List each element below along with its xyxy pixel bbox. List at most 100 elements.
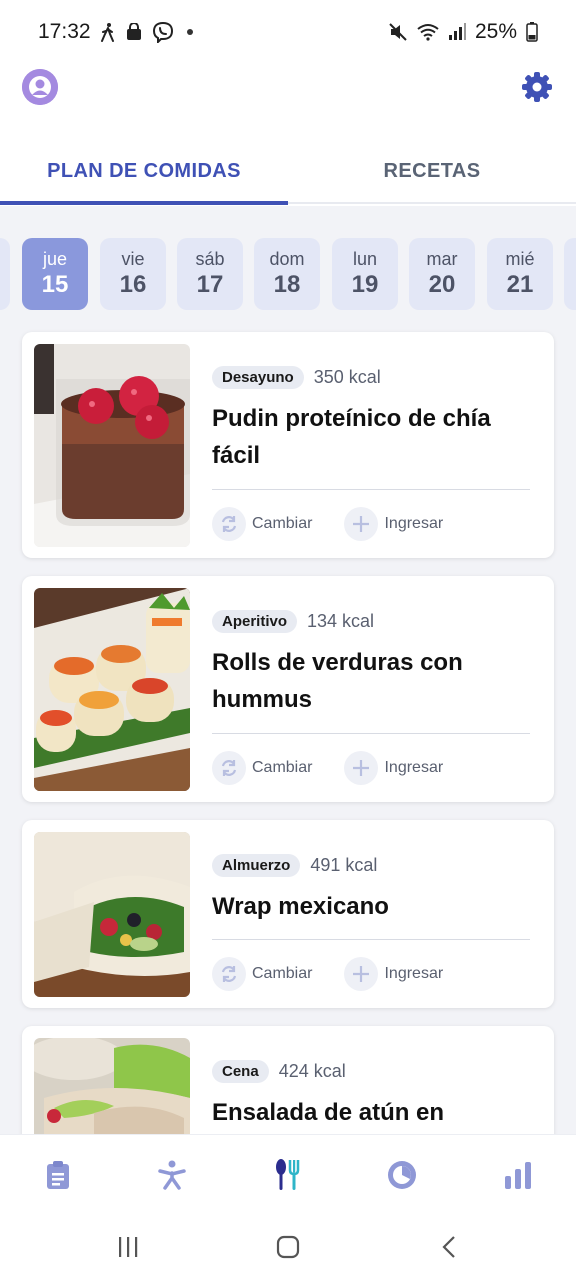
meal-title-line: hummus: [212, 686, 313, 713]
meal-title-line: Rolls de verduras con: [212, 649, 463, 676]
meal-title[interactable]: Wrap mexicano: [212, 888, 389, 925]
shopping-bag-icon: [125, 23, 143, 41]
swap-button[interactable]: Cambiar: [212, 751, 312, 785]
home-icon[interactable]: [268, 1232, 308, 1262]
day-number: 19: [351, 271, 379, 298]
day-number: 17: [196, 271, 224, 298]
meal-type-badge: Cena: [212, 1060, 269, 1083]
log-button[interactable]: Ingresar: [344, 507, 443, 541]
battery-text: 25%: [474, 20, 517, 43]
meal-title-line: fácil: [212, 442, 261, 469]
divider: [212, 489, 530, 490]
day-name: sáb: [195, 249, 225, 269]
back-icon[interactable]: [430, 1232, 470, 1262]
swap-label: Cambiar: [252, 759, 313, 776]
meal-card-snack[interactable]: Aperitivo 134 kcal Rolls de verduras con…: [22, 576, 554, 802]
meal-title-line: Wrap mexicano: [212, 893, 389, 920]
plus-icon: [344, 507, 379, 541]
signal-icon: [448, 23, 466, 41]
swap-icon: [212, 507, 246, 541]
tab-meal-plan[interactable]: PLAN DE COMIDAS: [0, 140, 288, 205]
tuna-salad-photo: [34, 1038, 190, 1134]
day-chip-next[interactable]: [564, 238, 576, 310]
meal-type-badge: Desayuno: [212, 366, 304, 389]
swap-icon: [212, 957, 246, 991]
meal-type-badge: Almuerzo: [212, 854, 301, 877]
day-chip[interactable]: jue 15: [22, 238, 88, 310]
meal-title-line: Ensalada de atún en: [212, 1099, 445, 1126]
fasting-clock-icon[interactable]: [382, 1157, 422, 1193]
meal-card-lunch[interactable]: Almuerzo 491 kcal Wrap mexicano Cambiar: [22, 820, 554, 1008]
chia-pudding-photo: [34, 344, 190, 547]
meal-title-line: Pudin proteínico de chía: [212, 405, 491, 432]
mute-icon: [388, 22, 408, 42]
system-nav: [0, 1214, 576, 1280]
day-number: 20: [428, 271, 456, 298]
recents-icon[interactable]: [108, 1232, 148, 1262]
swap-icon: [212, 751, 246, 785]
status-right: 25%: [388, 20, 538, 44]
mexican-wrap-photo: [34, 832, 190, 997]
day-number: 16: [119, 271, 147, 298]
status-left: 17:32: [38, 20, 193, 44]
meal-card-dinner[interactable]: Cena 424 kcal Ensalada de atún en: [22, 1026, 554, 1134]
log-label: Ingresar: [384, 965, 444, 982]
swap-button[interactable]: Cambiar: [212, 957, 312, 991]
log-label: Ingresar: [384, 759, 444, 776]
day-chip[interactable]: mié 21: [487, 238, 553, 310]
day-number: 15: [41, 271, 69, 298]
swap-label: Cambiar: [252, 515, 313, 532]
day-chip[interactable]: mar 20: [409, 238, 475, 310]
log-label: Ingresar: [384, 515, 444, 532]
day-chip[interactable]: lun 19: [332, 238, 398, 310]
viber-icon: [152, 21, 174, 43]
day-number: 21: [506, 271, 534, 298]
swap-label: Cambiar: [252, 965, 313, 982]
meal-actions: Cambiar Ingresar: [212, 750, 530, 786]
log-button[interactable]: Ingresar: [344, 957, 443, 991]
exercise-icon[interactable]: [152, 1157, 192, 1193]
meal-kcal: 424 kcal: [278, 1061, 346, 1081]
meal-meta: Almuerzo 491 kcal: [212, 854, 377, 877]
clipboard-icon[interactable]: [38, 1157, 78, 1193]
day-chip[interactable]: vie 16: [100, 238, 166, 310]
meal-kcal: 134 kcal: [307, 611, 375, 631]
divider: [212, 939, 530, 940]
day-chip[interactable]: sáb 17: [177, 238, 243, 310]
meal-meta: Aperitivo 134 kcal: [212, 610, 374, 633]
meal-type-badge: Aperitivo: [212, 610, 298, 633]
meal-title[interactable]: Rolls de verduras con hummus: [212, 644, 463, 718]
day-name: jue: [42, 249, 68, 269]
gear-icon[interactable]: [520, 70, 554, 104]
day-chip-previous[interactable]: [0, 238, 10, 310]
plus-icon: [344, 957, 379, 991]
status-bar: 17:32 25%: [0, 0, 576, 64]
veggie-rolls-photo: [34, 588, 190, 791]
day-number: 18: [273, 271, 301, 298]
battery-icon: [526, 22, 538, 42]
cutlery-icon[interactable]: [268, 1157, 308, 1193]
day-name: mié: [505, 249, 535, 269]
log-button[interactable]: Ingresar: [344, 751, 443, 785]
tab-recipes[interactable]: RECETAS: [288, 140, 576, 202]
meal-plan-content: jue 15 vie 16 sáb 17 dom 18 lun 19 mar 2…: [0, 206, 576, 1134]
swap-button[interactable]: Cambiar: [212, 507, 312, 541]
day-name: lun: [352, 249, 378, 269]
meal-title[interactable]: Pudin proteínico de chía fácil: [212, 400, 491, 474]
status-time: 17:32: [38, 20, 91, 43]
meal-kcal: 491 kcal: [310, 855, 378, 875]
day-chip[interactable]: dom 18: [254, 238, 320, 310]
plus-icon: [344, 751, 379, 785]
dot-icon: [186, 29, 193, 35]
user-avatar-icon[interactable]: [22, 69, 58, 105]
meal-title[interactable]: Ensalada de atún en: [212, 1094, 444, 1131]
day-name: mar: [426, 249, 458, 269]
meal-actions: Cambiar Ingresar: [212, 506, 530, 542]
meal-card-breakfast[interactable]: Desayuno 350 kcal Pudin proteínico de ch…: [22, 332, 554, 558]
bar-chart-icon[interactable]: [498, 1157, 538, 1193]
day-name: vie: [121, 249, 145, 269]
tab-bar: PLAN DE COMIDAS RECETAS: [0, 140, 576, 205]
bottom-nav: [0, 1134, 576, 1214]
day-name: dom: [269, 249, 305, 269]
day-selector[interactable]: jue 15 vie 16 sáb 17 dom 18 lun 19 mar 2…: [0, 238, 576, 310]
